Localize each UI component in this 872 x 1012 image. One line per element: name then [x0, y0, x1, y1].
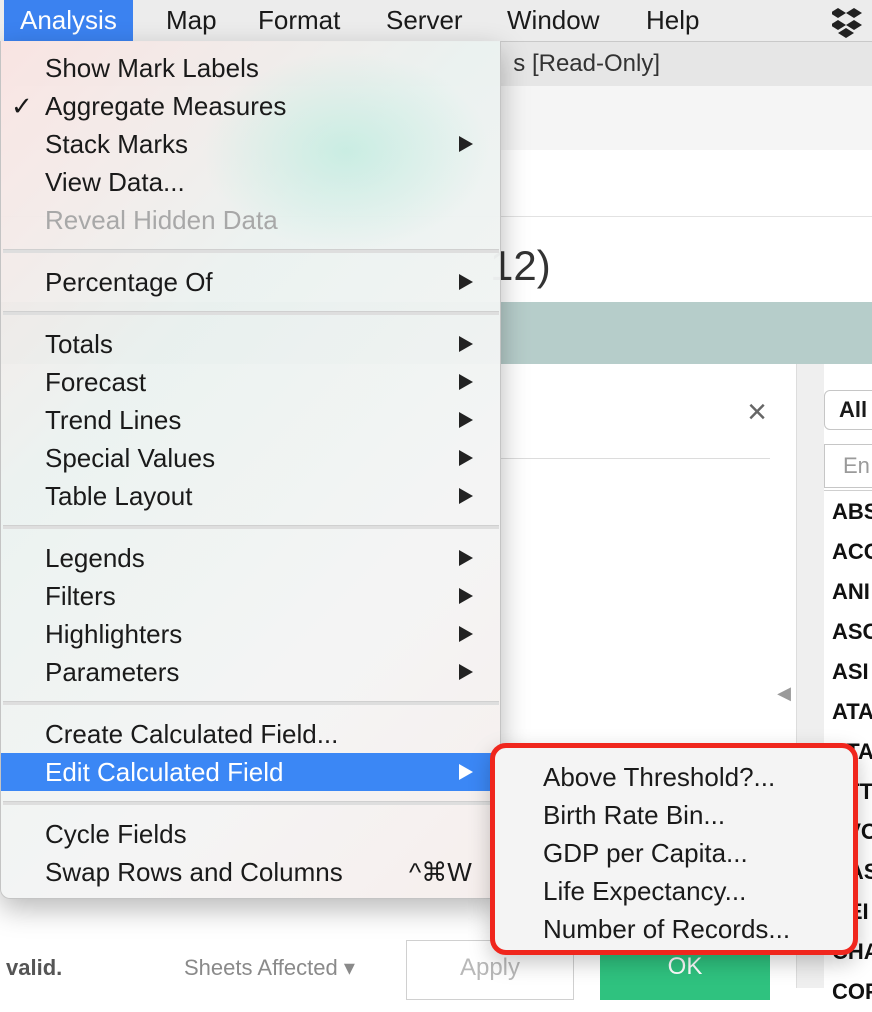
filter-list-item[interactable]: COF — [832, 972, 872, 1012]
filter-list-item[interactable]: ABS — [832, 492, 872, 532]
menu-analysis[interactable]: Analysis — [4, 0, 133, 41]
menu-item-table-layout[interactable]: Table Layout — [1, 477, 500, 515]
menu-item-label: Forecast — [45, 367, 147, 397]
filter-list-item[interactable]: ASC — [832, 612, 872, 652]
list-border — [824, 490, 872, 491]
menu-separator — [3, 311, 499, 315]
submenu-arrow-icon — [459, 588, 473, 604]
menu-item-reveal-hidden-data: Reveal Hidden Data — [1, 201, 500, 239]
menu-bar: Analysis Map Format Server Window Help — [0, 0, 872, 42]
filter-list-item[interactable]: ACC — [832, 532, 872, 572]
calc-field-item[interactable]: Number of Records... — [543, 910, 790, 948]
menu-item-label: Edit Calculated Field — [45, 757, 284, 787]
submenu-arrow-icon — [459, 626, 473, 642]
menu-item-stack-marks[interactable]: Stack Marks — [1, 125, 500, 163]
menu-item-label: Create Calculated Field... — [45, 719, 339, 749]
submenu-arrow-icon — [459, 450, 473, 466]
menu-item-trend-lines[interactable]: Trend Lines — [1, 401, 500, 439]
submenu-arrow-icon — [459, 664, 473, 680]
menu-window[interactable]: Window — [491, 0, 615, 41]
menu-separator — [3, 525, 499, 529]
menu-item-label: Parameters — [45, 657, 180, 687]
menu-map[interactable]: Map — [150, 0, 233, 41]
shortcut-label: ^⌘W — [409, 857, 472, 887]
menu-item-legends[interactable]: Legends — [1, 539, 500, 577]
menu-item-cycle-fields[interactable]: Cycle Fields — [1, 815, 500, 853]
validation-status: valid. — [6, 955, 63, 980]
menu-item-label: Highlighters — [45, 619, 183, 649]
menu-item-label: Swap Rows and Columns — [45, 857, 343, 887]
calc-field-item[interactable]: Life Expectancy... — [543, 872, 746, 910]
menu-help[interactable]: Help — [630, 0, 715, 41]
menu-item-show-mark-labels[interactable]: Show Mark Labels — [1, 49, 500, 87]
submenu-arrow-icon — [459, 488, 473, 504]
menu-separator — [3, 249, 499, 253]
edit-calculated-field-submenu: Above Threshold?... Birth Rate Bin... GDP … — [490, 743, 858, 955]
filter-select[interactable]: All — [824, 390, 872, 430]
menu-item-forecast[interactable]: Forecast — [1, 363, 500, 401]
calc-field-item[interactable]: GDP per Capita... — [543, 834, 748, 872]
menu-item-parameters[interactable]: Parameters — [1, 653, 500, 691]
submenu-arrow-icon — [459, 412, 473, 428]
submenu-arrow-icon — [459, 274, 473, 290]
close-icon[interactable]: × — [742, 392, 772, 432]
menu-item-label: Stack Marks — [45, 129, 189, 159]
menu-item-label: Percentage Of — [45, 267, 213, 297]
filter-search-input[interactable]: En — [824, 444, 872, 488]
filter-list-item[interactable]: ANI — [832, 572, 872, 612]
menu-item-edit-calculated-field[interactable]: Edit Calculated Field — [1, 753, 500, 791]
menu-item-aggregate-measures[interactable]: ✓ Aggregate Measures — [1, 87, 500, 125]
calc-field-item[interactable]: Birth Rate Bin... — [543, 796, 725, 834]
menu-separator — [3, 701, 499, 705]
menu-item-label: Cycle Fields — [45, 819, 187, 849]
menu-item-label: View Data... — [45, 167, 185, 197]
filter-list-item[interactable]: ATA — [832, 692, 872, 732]
calc-field-item[interactable]: Above Threshold?... — [543, 758, 775, 796]
menu-item-totals[interactable]: Totals — [1, 325, 500, 363]
dialog-divider — [500, 458, 770, 459]
collapse-arrow-icon[interactable]: ◀ — [774, 682, 794, 704]
submenu-arrow-icon — [459, 550, 473, 566]
submenu-arrow-icon — [459, 764, 473, 780]
menu-item-label: Table Layout — [45, 481, 193, 511]
menu-item-label: Filters — [45, 581, 116, 611]
menu-item-view-data[interactable]: View Data... — [1, 163, 500, 201]
menu-item-create-calculated-field[interactable]: Create Calculated Field... — [1, 715, 500, 753]
menu-format[interactable]: Format — [242, 0, 356, 41]
sheets-affected-dropdown[interactable]: Sheets Affected ▾ — [184, 948, 355, 988]
menu-item-label: Special Values — [45, 443, 216, 473]
submenu-arrow-icon — [459, 336, 473, 352]
submenu-arrow-icon — [459, 136, 473, 152]
menu-item-label: Aggregate Measures — [45, 91, 287, 121]
menu-item-swap-rows-and-columns[interactable]: Swap Rows and Columns ^⌘W — [1, 853, 500, 891]
menu-item-label: Reveal Hidden Data — [45, 205, 278, 235]
menu-item-special-values[interactable]: Special Values — [1, 439, 500, 477]
menu-separator — [3, 801, 499, 805]
menu-item-percentage-of[interactable]: Percentage Of — [1, 263, 500, 301]
menu-item-label: Totals — [45, 329, 113, 359]
menu-item-label: Legends — [45, 543, 145, 573]
menu-item-highlighters[interactable]: Highlighters — [1, 615, 500, 653]
menu-item-filters[interactable]: Filters — [1, 577, 500, 615]
filter-list-item[interactable]: ASI — [832, 652, 872, 692]
submenu-arrow-icon — [459, 374, 473, 390]
analysis-menu: Show Mark Labels ✓ Aggregate Measures Stack… — [0, 41, 501, 899]
menu-server[interactable]: Server — [370, 0, 479, 41]
menu-item-label: Trend Lines — [45, 405, 182, 435]
checkmark-icon: ✓ — [11, 91, 33, 121]
menu-item-label: Show Mark Labels — [45, 53, 259, 83]
dropbox-icon[interactable] — [832, 4, 872, 38]
